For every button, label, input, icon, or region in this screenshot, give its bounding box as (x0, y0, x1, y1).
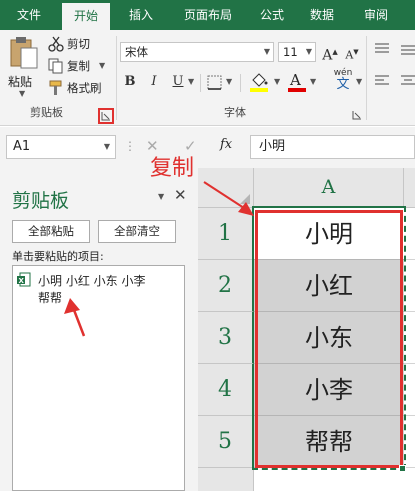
grow-font-icon: A (322, 47, 333, 64)
chevron-down-icon[interactable]: ▼ (188, 77, 194, 86)
name-box-value: A1 (13, 139, 31, 154)
row-header[interactable]: 4 (198, 364, 254, 416)
row-header[interactable]: 2 (198, 260, 254, 312)
format-painter-button[interactable]: 格式刷 (48, 78, 102, 98)
font-dialog-launcher-icon[interactable] (352, 110, 362, 120)
highlight-box (255, 210, 403, 468)
italic-button[interactable]: I (144, 72, 164, 92)
chevron-down-icon: ▼ (305, 47, 312, 56)
cut-label: 剪切 (67, 37, 90, 51)
font-color-icon: A (290, 71, 301, 89)
tab-page-layout[interactable]: 页面布局 (172, 0, 244, 30)
phonetic-icon: 文 (336, 77, 350, 92)
ribbon-tab-bar: 文件 开始 插入 页面布局 公式 数据 审阅 (0, 0, 415, 30)
formula-input[interactable]: 小明 (250, 135, 415, 159)
row-header-empty (198, 468, 254, 491)
paste-icon (10, 37, 38, 69)
column-header-a[interactable]: A (254, 168, 404, 208)
formula-bar: A1 ▼ ⋮ ✕ ✓ fx 小明 (0, 127, 415, 168)
chevron-down-icon[interactable]: ▼ (356, 77, 362, 86)
paint-bucket-icon (252, 73, 268, 87)
pane-title: 剪贴板 (12, 190, 70, 212)
clipboard-item-line2: 帮帮 (38, 291, 63, 305)
phonetic-button[interactable]: wén 文 (326, 68, 360, 96)
copy-button[interactable]: 复制 ▼ (48, 56, 105, 76)
chevron-down-icon: ▼ (19, 89, 26, 98)
chevron-down-icon[interactable]: ▼ (226, 77, 232, 86)
paste-button[interactable]: 粘贴 ▼ (6, 36, 42, 98)
tab-file[interactable]: 文件 (0, 0, 58, 30)
paste-instruction: 单击要粘贴的项目: (12, 250, 104, 263)
row-header[interactable]: 5 (198, 416, 254, 468)
tab-insert[interactable]: 插入 (116, 0, 166, 30)
clear-all-button[interactable]: 全部清空 (98, 220, 176, 243)
font-group-label: 字体 (224, 106, 246, 119)
excel-file-icon: X (17, 272, 31, 287)
fill-color-button[interactable] (248, 72, 274, 94)
name-box[interactable]: A1 ▼ (6, 135, 116, 159)
format-painter-label: 格式刷 (67, 81, 102, 95)
align-top-icon[interactable] (374, 42, 390, 56)
svg-text:X: X (19, 277, 25, 285)
cut-button[interactable]: 剪切 (48, 34, 90, 54)
pane-options-icon[interactable]: ▼ (158, 192, 164, 201)
font-name-select[interactable]: 宋体 ▼ (120, 42, 274, 62)
arrow-icon (64, 298, 86, 337)
tab-formulas[interactable]: 公式 (248, 0, 296, 30)
chevron-down-icon[interactable]: ▼ (99, 56, 105, 76)
align-center-icon[interactable] (400, 74, 415, 88)
column-header-b[interactable] (404, 168, 415, 208)
tab-review[interactable]: 审阅 (352, 0, 400, 30)
underline-button[interactable]: U (168, 72, 188, 92)
insert-function-button[interactable]: fx (220, 137, 232, 152)
font-color-swatch (288, 88, 306, 92)
clipboard-item-line1: 小明 小红 小东 小李 (38, 274, 146, 288)
group-divider (366, 36, 367, 120)
dialog-launcher-icon (101, 112, 110, 121)
font-size-value: 11 (283, 45, 298, 59)
font-name-value: 宋体 (125, 45, 148, 59)
copy-label: 复制 (67, 59, 90, 73)
copy-annotation-label: 复制 (150, 156, 195, 181)
fill-handle[interactable] (399, 465, 406, 472)
align-middle-icon[interactable] (400, 42, 415, 56)
tab-data[interactable]: 数据 (298, 0, 346, 30)
tab-home[interactable]: 开始 (62, 3, 110, 30)
clipboard-group-label: 剪贴板 (30, 106, 63, 119)
fill-color-swatch (250, 88, 268, 92)
align-left-icon[interactable] (374, 74, 390, 88)
shrink-font-button[interactable]: A▼ (342, 42, 362, 62)
paste-all-button[interactable]: 全部粘贴 (12, 220, 90, 243)
divider (240, 74, 241, 92)
clipboard-dialog-launcher[interactable] (98, 108, 114, 124)
chevron-down-icon[interactable]: ▼ (104, 136, 110, 158)
chevron-down-icon[interactable]: ▼ (274, 77, 280, 86)
copy-icon (48, 58, 63, 74)
chevron-down-icon[interactable]: ▼ (310, 77, 316, 86)
arrow-icon (203, 181, 254, 216)
chevron-down-icon: ▼ (263, 47, 270, 56)
row-header[interactable]: 3 (198, 312, 254, 364)
font-color-button[interactable]: A (286, 71, 308, 94)
group-divider (116, 36, 117, 120)
paintbrush-icon (49, 80, 62, 95)
scissors-icon (48, 36, 64, 52)
bold-button[interactable]: B (120, 72, 140, 92)
borders-icon[interactable] (206, 74, 224, 92)
divider (200, 74, 201, 92)
close-icon[interactable]: ✕ (174, 186, 187, 204)
grip-icon: ⋮ (124, 139, 136, 153)
grow-font-button[interactable]: A▲ (320, 42, 340, 64)
font-size-select[interactable]: 11 ▼ (278, 42, 316, 62)
ribbon-home: 粘贴 ▼ 剪切 复制 ▼ 格式刷 剪贴板 宋体 ▼ 11 ▼ A▲ A▼ B I… (0, 30, 415, 126)
paste-label: 粘贴 (8, 75, 33, 89)
